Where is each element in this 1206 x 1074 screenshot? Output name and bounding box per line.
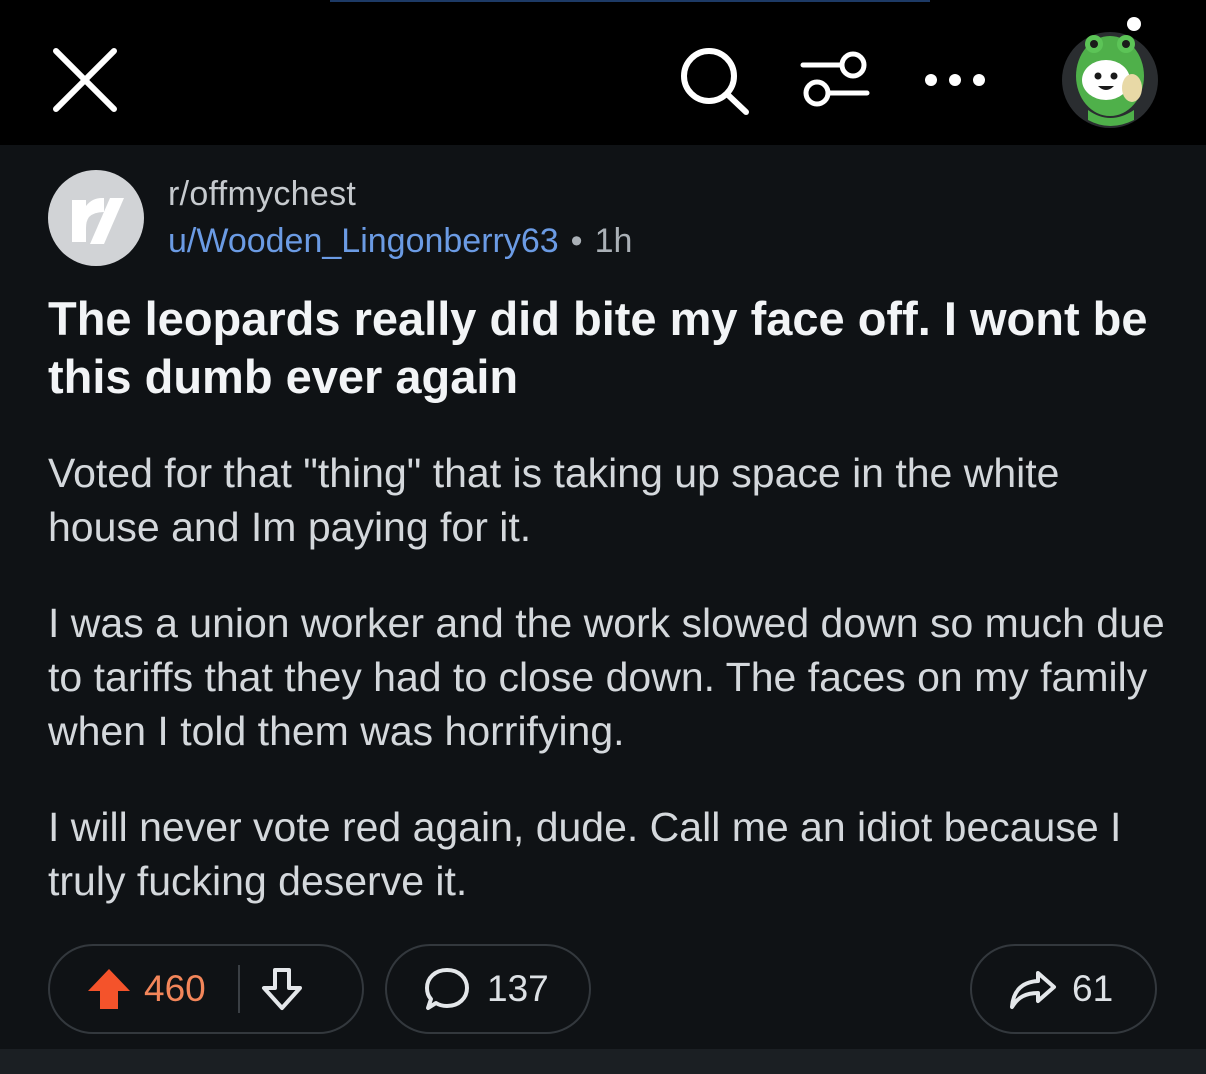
- close-icon: [53, 48, 117, 112]
- post-meta: u/Wooden_Lingonberry63 • 1h: [168, 222, 632, 261]
- filter-icon: [800, 51, 870, 107]
- bottom-strip: [0, 1049, 1206, 1074]
- body-paragraph: I will never vote red again, dude. Call …: [48, 804, 1122, 904]
- upvote-arrow-icon: [88, 969, 130, 1009]
- top-bar: [0, 0, 1206, 145]
- body-paragraph: I was a union worker and the work slowed…: [48, 600, 1165, 754]
- top-divider: [330, 0, 930, 2]
- subreddit-avatar[interactable]: [48, 170, 144, 266]
- downvote-arrow-icon: [261, 968, 302, 1010]
- author-link[interactable]: u/Wooden_Lingonberry63: [168, 222, 559, 260]
- vote-divider: [237, 965, 240, 1013]
- search-button[interactable]: [672, 42, 756, 118]
- subreddit-name[interactable]: r/offmychest: [168, 175, 356, 214]
- upvote-button[interactable]: [86, 966, 132, 1012]
- post-age: 1h: [594, 222, 633, 260]
- vote-count: 460: [144, 968, 206, 1009]
- comment-count: 137: [487, 968, 549, 1009]
- body-paragraph: Voted for that "thing" that is taking up…: [48, 450, 1060, 550]
- comments-button[interactable]: 137: [385, 944, 591, 1034]
- share-count: 61: [1072, 968, 1114, 1009]
- post-title: The leopards really did bite my face off…: [48, 292, 1148, 403]
- downvote-button[interactable]: [260, 966, 304, 1012]
- post-body: Voted for that "thing" that is taking up…: [48, 446, 1168, 950]
- close-button[interactable]: [40, 40, 130, 120]
- comment-bubble-icon: [425, 968, 469, 1010]
- share-button[interactable]: 61: [970, 944, 1157, 1034]
- share-arrow-icon: [1010, 971, 1056, 1009]
- more-icon: [925, 74, 985, 86]
- user-avatar-button[interactable]: [1058, 14, 1170, 130]
- search-icon: [681, 48, 749, 115]
- filter-button[interactable]: [795, 44, 875, 114]
- vote-bar: 460: [48, 944, 364, 1034]
- subreddit-logo-icon: [72, 198, 124, 244]
- more-options-button[interactable]: [915, 55, 995, 105]
- meta-separator: •: [570, 222, 583, 260]
- avatar-icon: [1062, 17, 1158, 128]
